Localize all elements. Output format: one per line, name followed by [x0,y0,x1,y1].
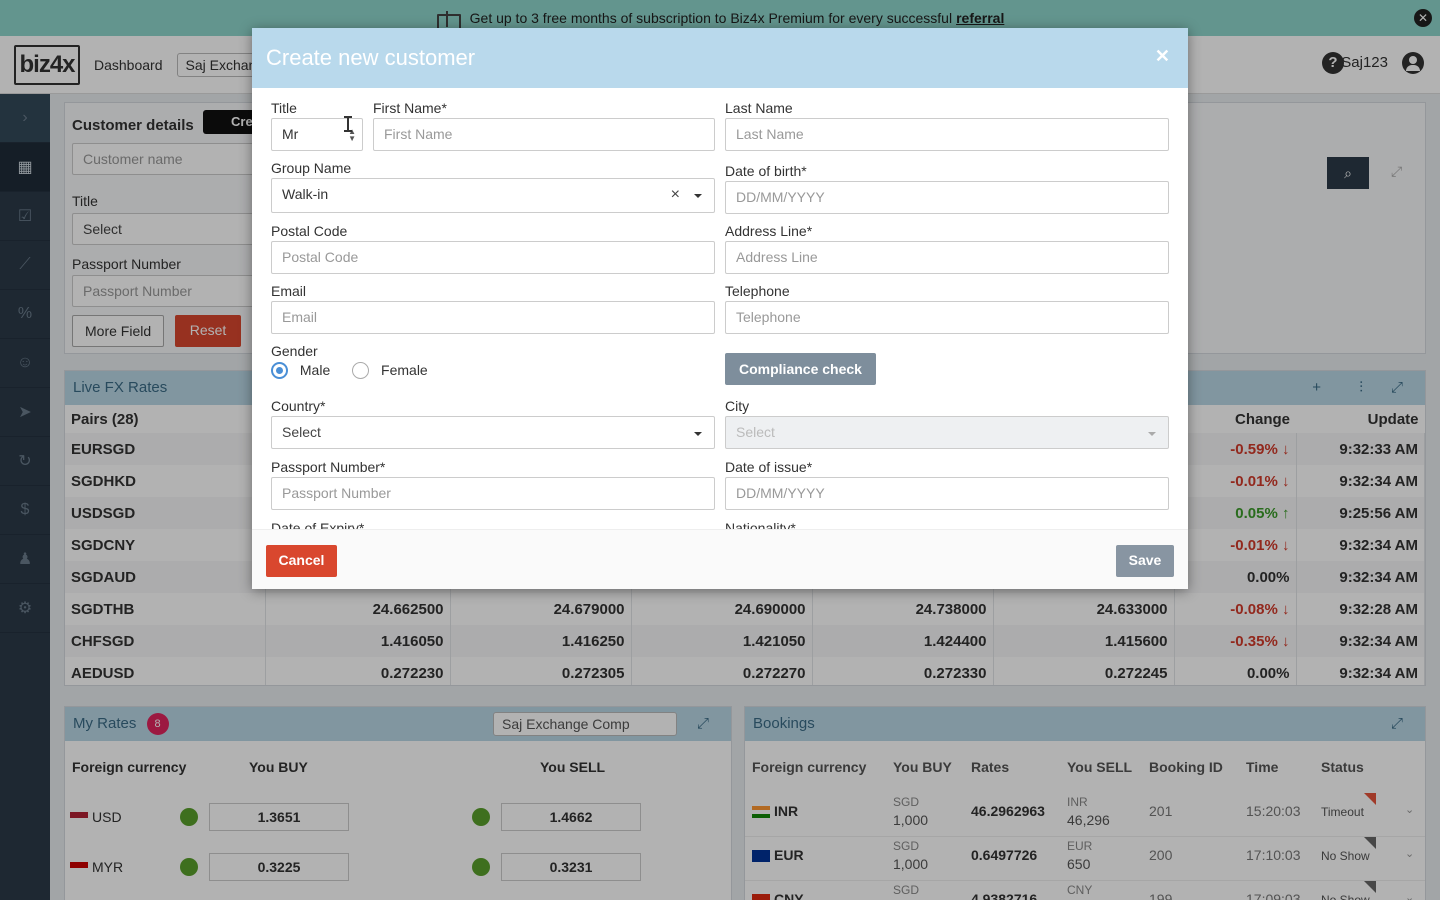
save-button[interactable]: Save [1116,545,1174,577]
gender-female-label[interactable]: Female [381,362,428,378]
dob-input[interactable]: DD/MM/YYYY [725,181,1169,214]
email-label: Email [271,283,307,299]
group-name-select[interactable]: Walk-in × [271,178,715,213]
title-select-value: Mr [282,126,299,142]
gender-female-radio[interactable] [352,361,370,379]
country-select-value: Select [282,424,321,440]
nationality-label: Nationality* [725,520,796,529]
chevron-down-icon [1148,432,1156,436]
gender-label: Gender [271,343,318,359]
group-name-value: Walk-in [282,186,329,202]
clear-icon[interactable]: × [671,179,680,210]
modal-title: Create new customer [266,45,476,70]
email-input[interactable]: Email [271,301,715,334]
last-name-label: Last Name [725,100,793,116]
group-name-label: Group Name [271,160,352,176]
country-select[interactable]: Select [271,416,715,449]
postal-code-label: Postal Code [271,223,348,239]
chevron-down-icon [694,432,702,436]
text-cursor-icon [344,116,352,132]
last-name-input[interactable]: Last Name [725,118,1169,151]
date-of-expiry-label: Date of Expiry* [271,520,365,529]
dob-label: Date of birth* [725,163,807,179]
modal-body: Title Mr ▲ ▼ First Name* First Name Last … [252,88,1188,529]
title-field-label: Title [271,100,297,116]
modal-close-icon[interactable]: ✕ [1155,46,1170,67]
gender-male-label[interactable]: Male [300,362,330,378]
passport-number-label: Passport Number* [271,459,386,475]
compliance-check-button[interactable]: Compliance check [725,353,876,385]
city-select-value: Select [736,424,775,440]
first-name-input[interactable]: First Name [373,118,715,151]
gender-male-radio[interactable] [271,361,288,379]
create-customer-modal: Create new customer ✕ Title Mr ▲ ▼ First … [252,28,1188,589]
postal-code-input[interactable]: Postal Code [271,241,715,274]
address-input[interactable]: Address Line [725,241,1169,274]
date-of-issue-label: Date of issue* [725,459,813,475]
country-label: Country* [271,398,326,414]
modal-footer: Cancel Save [252,529,1188,589]
city-label: City [725,398,750,414]
city-select[interactable]: Select [725,416,1169,449]
telephone-label: Telephone [725,283,790,299]
chevron-down-icon [694,194,702,198]
address-label: Address Line* [725,223,813,239]
first-name-label: First Name* [373,100,447,116]
cancel-button[interactable]: Cancel [266,545,337,577]
date-of-issue-input[interactable]: DD/MM/YYYY [725,477,1169,510]
telephone-input[interactable]: Telephone [725,301,1169,334]
passport-number-input[interactable]: Passport Number [271,477,715,510]
modal-header: Create new customer ✕ [252,28,1188,88]
